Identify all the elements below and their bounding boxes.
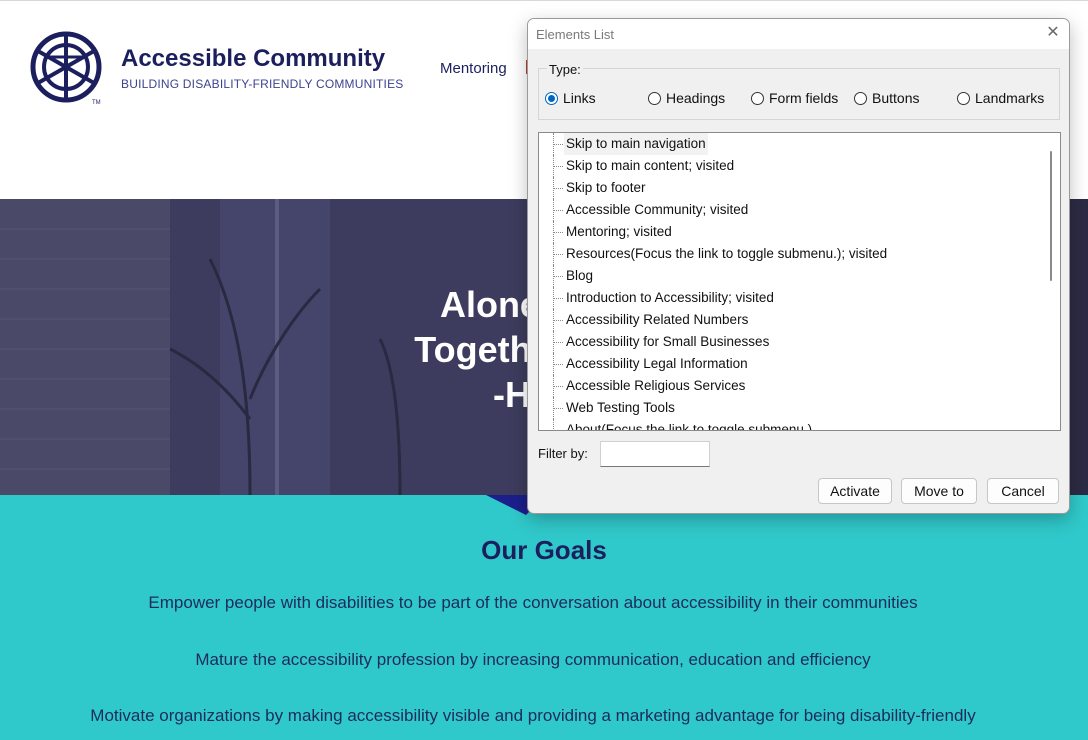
list-item[interactable]: Mentoring; visited xyxy=(539,221,1039,243)
radio-label: Form fields xyxy=(769,90,839,106)
dialog-title: Elements List xyxy=(536,27,615,42)
goals-title: Our Goals xyxy=(481,535,607,565)
radio-landmarks[interactable]: Landmarks xyxy=(957,90,1044,106)
elements-list-dialog: Elements List ✕ Type: Links Headings For… xyxy=(527,18,1070,514)
list-item[interactable]: Accessibility Legal Information xyxy=(539,353,1039,375)
list-scrollbar-thumb[interactable] xyxy=(1050,151,1052,281)
radio-label: Buttons xyxy=(872,90,920,106)
goal-item: Empower people with disabilities to be p… xyxy=(148,593,918,612)
list-item[interactable]: Introduction to Accessibility; visited xyxy=(539,287,1039,309)
filter-input[interactable] xyxy=(600,441,710,467)
brand-name[interactable]: Accessible Community xyxy=(121,45,385,73)
goal-item: Mature the accessibility profession by i… xyxy=(195,650,871,669)
list-item[interactable]: Accessibility Related Numbers xyxy=(539,309,1039,331)
list-item[interactable]: Accessible Community; visited xyxy=(539,199,1039,221)
list-item[interactable]: Skip to main content; visited xyxy=(539,155,1039,177)
list-item[interactable]: About(Focus the link to toggle submenu.) xyxy=(539,419,1039,430)
goal-item: Motivate organizations by making accessi… xyxy=(90,706,976,725)
list-item[interactable]: Blog xyxy=(539,265,1039,287)
list-item[interactable]: Accessibility for Small Businesses xyxy=(539,331,1039,353)
radio-unselected-icon xyxy=(648,91,661,105)
radio-unselected-icon xyxy=(957,91,970,105)
list-item[interactable]: Skip to main navigation xyxy=(539,133,1039,155)
list-item[interactable]: Skip to footer xyxy=(539,177,1039,199)
radio-links[interactable]: Links xyxy=(545,90,596,106)
radio-form-fields[interactable]: Form fields xyxy=(751,90,838,106)
filter-label: Filter by: xyxy=(538,446,588,461)
list-item[interactable]: Resources(Focus the link to toggle subme… xyxy=(539,243,1039,265)
radio-unselected-icon xyxy=(751,91,764,105)
activate-button[interactable]: Activate xyxy=(818,478,892,504)
radio-selected-icon xyxy=(545,91,558,105)
radio-label: Links xyxy=(563,90,596,106)
elements-tree-list[interactable]: Skip to main navigation Skip to main con… xyxy=(538,132,1061,431)
radio-headings[interactable]: Headings xyxy=(648,90,725,106)
radio-unselected-icon xyxy=(854,91,867,105)
list-item[interactable]: Accessible Religious Services xyxy=(539,375,1039,397)
radio-label: Landmarks xyxy=(975,90,1045,106)
move-to-button[interactable]: Move to xyxy=(901,478,977,504)
dialog-titlebar[interactable]: Elements List ✕ xyxy=(528,19,1069,49)
radio-label: Headings xyxy=(666,90,726,106)
nav-link-mentoring[interactable]: Mentoring xyxy=(440,60,507,77)
brand-tagline: BUILDING DISABILITY-FRIENDLY COMMUNITIES xyxy=(121,77,404,91)
goals-section: Our Goals Empower people with disabiliti… xyxy=(0,495,1088,740)
accessible-community-logo-icon[interactable]: TM xyxy=(30,31,104,105)
cancel-button[interactable]: Cancel xyxy=(987,478,1059,504)
radio-buttons[interactable]: Buttons xyxy=(854,90,919,106)
type-label: Type: xyxy=(547,62,583,77)
list-item[interactable]: Web Testing Tools xyxy=(539,397,1039,419)
svg-text:TM: TM xyxy=(92,100,101,105)
close-icon[interactable]: ✕ xyxy=(1043,23,1063,43)
